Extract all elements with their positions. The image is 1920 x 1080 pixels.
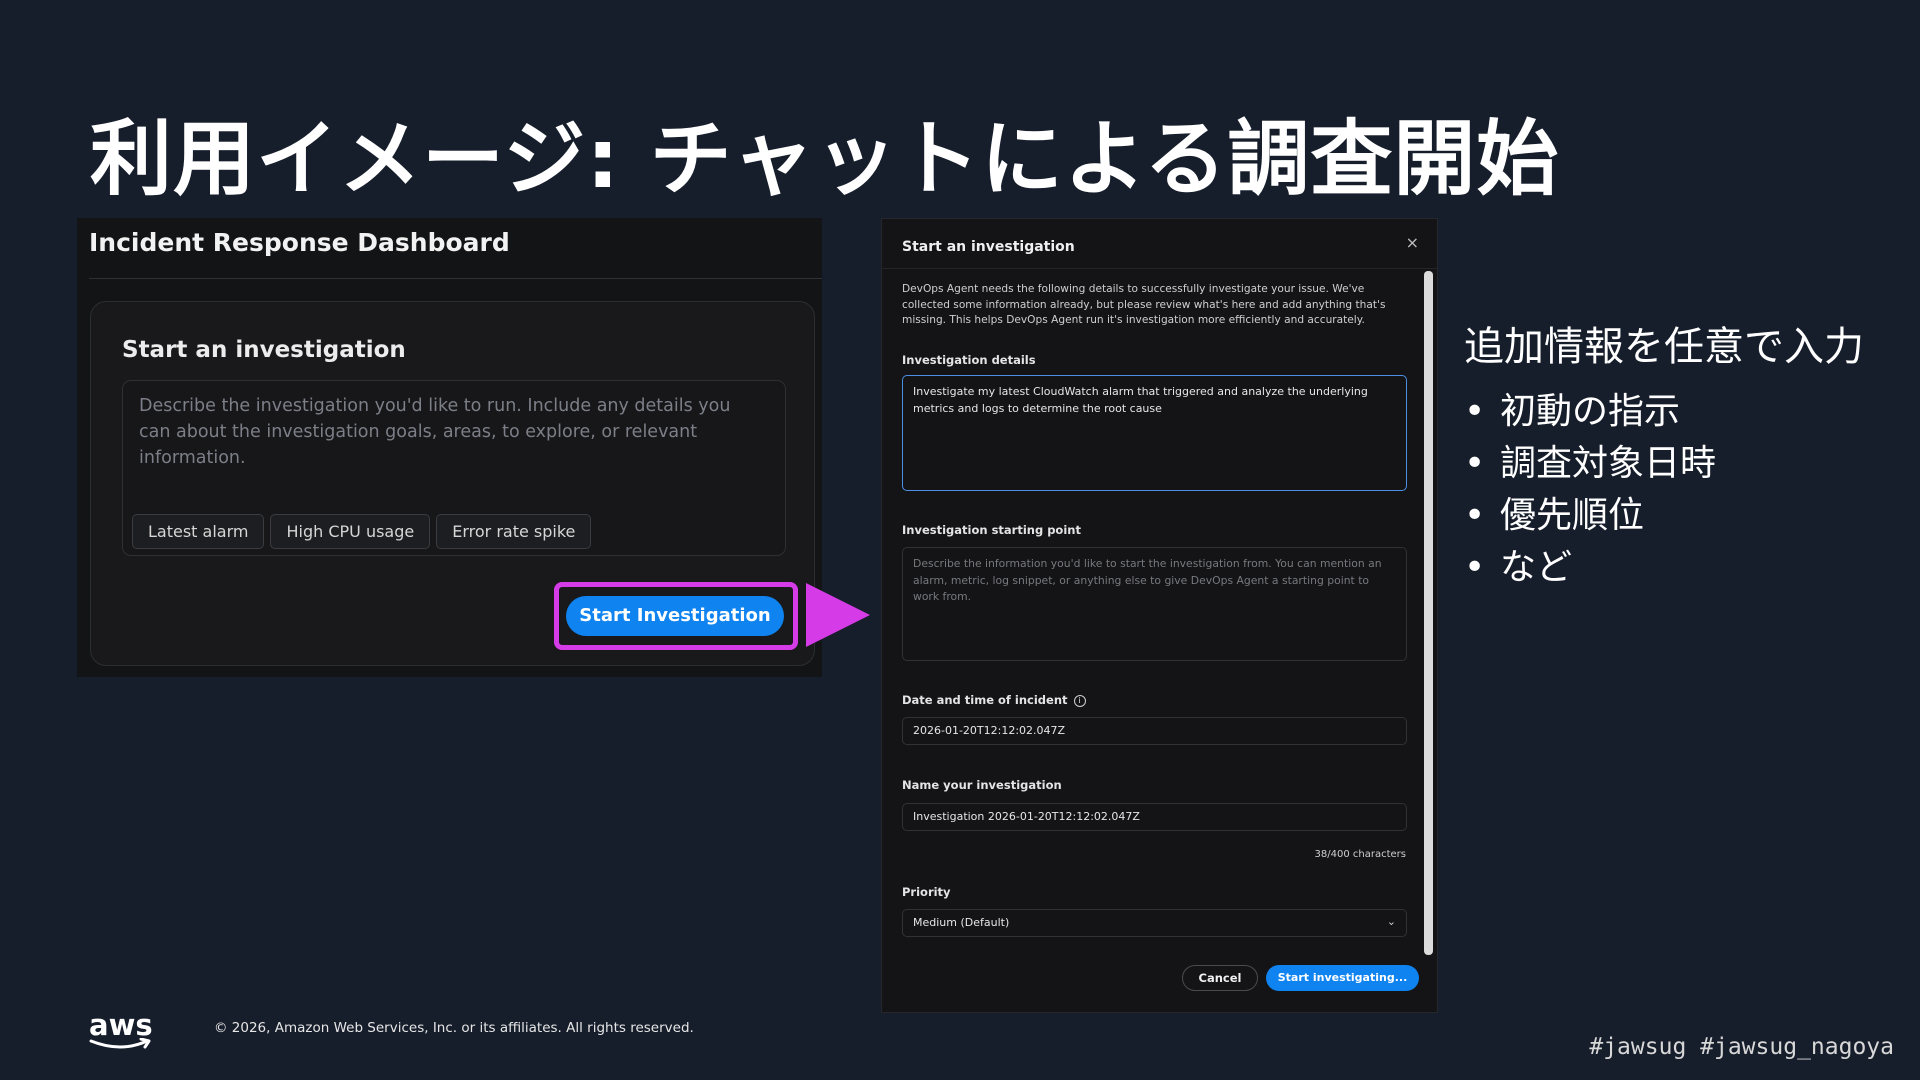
list-item-text: 初動の指示: [1500, 391, 1681, 432]
priority-value: Medium (Default): [913, 916, 1010, 929]
aws-logo-text: aws: [89, 1008, 153, 1042]
details-label: Investigation details: [902, 353, 1036, 367]
chip-latest-alarm[interactable]: Latest alarm: [132, 514, 265, 549]
date-label-text: Date and time of incident: [902, 693, 1068, 707]
chip-error-rate-spike[interactable]: Error rate spike: [436, 514, 592, 549]
slide-title: 利用イメージ: チャットによる調査開始: [90, 112, 1560, 207]
char-count: 38/400 characters: [1314, 849, 1406, 860]
name-input[interactable]: Investigation 2026-01-20T12:12:02.047Z: [902, 803, 1407, 831]
priority-label: Priority: [902, 885, 951, 899]
cancel-button[interactable]: Cancel: [1182, 965, 1258, 991]
start-investigation-modal: Start an investigation × DevOps Agent ne…: [881, 218, 1438, 1013]
close-icon[interactable]: ×: [1406, 233, 1419, 252]
aws-smile-icon: [89, 1038, 151, 1049]
list-item: • 優先順位: [1464, 490, 1864, 542]
date-value: 2026-01-20T12:12:02.047Z: [913, 724, 1066, 737]
start-investigating-button[interactable]: Start investigating...: [1266, 965, 1419, 991]
arrow-right-icon: [806, 583, 870, 647]
start-investigation-button[interactable]: Start Investigation: [566, 596, 784, 636]
list-item-text: など: [1500, 547, 1573, 588]
list-item: • など: [1464, 542, 1864, 594]
bullet: •: [1464, 443, 1486, 484]
scrollbar-thumb[interactable]: [1424, 271, 1433, 955]
starting-point-label: Investigation starting point: [902, 523, 1081, 537]
list-item-text: 調査対象日時: [1500, 443, 1717, 484]
bullet: •: [1464, 495, 1486, 536]
info-icon[interactable]: i: [1073, 694, 1086, 707]
bullet: •: [1464, 391, 1486, 432]
modal-description: DevOps Agent needs the following details…: [902, 283, 1386, 326]
investigation-details-textarea[interactable]: Investigate my latest CloudWatch alarm t…: [902, 375, 1407, 491]
modal-title: Start an investigation: [902, 239, 1075, 255]
starting-point-textarea[interactable]: Describe the information you'd like to s…: [902, 547, 1407, 661]
notes-panel: 追加情報を任意で入力 • 初動の指示 • 調査対象日時 • 優先順位 • など: [1464, 314, 1864, 594]
list-item: • 調査対象日時: [1464, 438, 1864, 490]
priority-select[interactable]: Medium (Default) ⌄: [902, 909, 1407, 937]
chevron-down-icon: ⌄: [1386, 915, 1396, 928]
copyright: © 2026, Amazon Web Services, Inc. or its…: [214, 1020, 694, 1036]
list-item-text: 優先順位: [1500, 495, 1645, 536]
notes-list: • 初動の指示 • 調査対象日時 • 優先順位 • など: [1464, 386, 1864, 594]
investigation-details-value: Investigate my latest CloudWatch alarm t…: [913, 385, 1368, 415]
chip-high-cpu-usage[interactable]: High CPU usage: [270, 514, 431, 549]
investigation-prompt-input[interactable]: Describe the investigation you'd like to…: [122, 380, 786, 556]
hashtags: #jawsug #jawsug_nagoya: [1589, 1034, 1894, 1060]
suggestion-chips: Latest alarm High CPU usage Error rate s…: [132, 514, 592, 549]
date-label: Date and time of incident i: [902, 693, 1086, 707]
list-item: • 初動の指示: [1464, 386, 1864, 438]
dashboard-title: Incident Response Dashboard: [89, 228, 510, 257]
starting-point-placeholder: Describe the information you'd like to s…: [913, 557, 1382, 603]
notes-heading: 追加情報を任意で入力: [1464, 324, 1864, 370]
aws-logo: aws: [89, 1008, 153, 1052]
name-label: Name your investigation: [902, 778, 1062, 792]
bullet: •: [1464, 547, 1486, 588]
investigation-prompt-placeholder: Describe the investigation you'd like to…: [139, 396, 731, 468]
dashboard-divider: [89, 278, 822, 279]
name-value: Investigation 2026-01-20T12:12:02.047Z: [913, 810, 1140, 823]
modal-divider: [882, 268, 1437, 269]
date-input[interactable]: 2026-01-20T12:12:02.047Z: [902, 717, 1407, 745]
card-title: Start an investigation: [122, 337, 406, 363]
